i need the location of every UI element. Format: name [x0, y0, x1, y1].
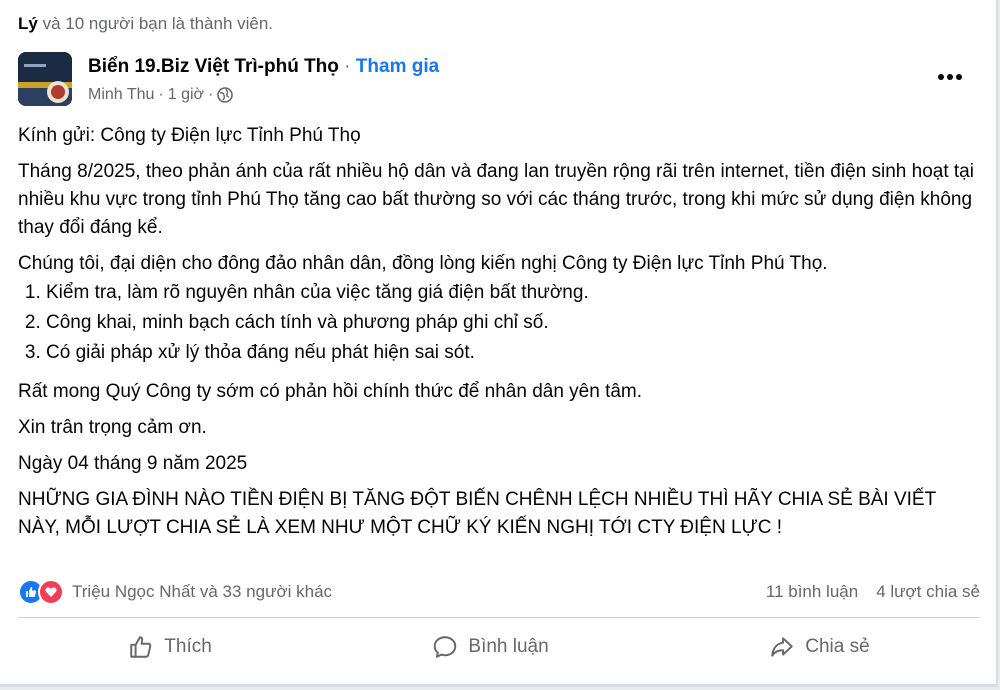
like-label: Thích — [164, 636, 212, 657]
post-paragraph-1: Tháng 8/2025, theo phản ánh của rất nhiề… — [18, 161, 974, 238]
post-call-to-action: NHỮNG GIA ĐÌNH NÀO TIỀN ĐIỆN BỊ TĂNG ĐỘT… — [18, 489, 936, 538]
post-card: Lý và 10 người bạn là thành viên. Biển 1… — [0, 0, 998, 687]
actions-divider — [18, 617, 980, 618]
meta-separator: · — [158, 86, 164, 103]
comment-label: Bình luận — [468, 636, 549, 657]
post-paragraph-2: Chúng tôi, đại diện cho đông đảo nhân dâ… — [18, 253, 828, 274]
post-date: Ngày 04 tháng 9 năm 2025 — [18, 453, 248, 474]
post-stats: Triệu Ngọc Nhất và 33 người khác 11 bình… — [18, 576, 980, 608]
heart-icon — [38, 579, 64, 605]
share-arrow-icon — [771, 637, 793, 657]
member-name[interactable]: Lý — [18, 14, 38, 33]
request-list: Kiểm tra, làm rõ nguyên nhân của việc tă… — [18, 278, 978, 368]
meta-separator-2: · — [208, 86, 214, 103]
group-avatar-image — [18, 52, 72, 106]
request-item: Công khai, minh bạch cách tính và phương… — [46, 308, 978, 338]
share-count[interactable]: 4 lượt chia sẻ — [876, 582, 980, 602]
stats-right: 11 bình luận 4 lượt chia sẻ — [766, 582, 980, 602]
share-label: Chia sẻ — [805, 636, 870, 657]
request-item: Kiểm tra, làm rõ nguyên nhân của việc tă… — [46, 278, 978, 308]
share-button[interactable]: Chia sẻ — [749, 626, 889, 668]
request-item: Có giải pháp xử lý thỏa đáng nếu phát hi… — [46, 338, 978, 368]
post-greeting: Kính gửi: Công ty Điện lực Tỉnh Phú Thọ — [18, 125, 361, 146]
post-meta: Minh Thu · 1 giờ · — [88, 86, 234, 104]
reactors-link[interactable]: Triệu Ngọc Nhất và 33 người khác — [72, 582, 332, 602]
comment-button[interactable]: Bình luận — [412, 626, 568, 668]
post-header-title: Biển 19.Biz Việt Trì-phú Thọ · Tham gia — [88, 56, 439, 78]
group-members-line: Lý và 10 người bạn là thành viên. — [18, 14, 273, 34]
comment-count[interactable]: 11 bình luận — [766, 582, 858, 602]
more-options-icon — [938, 74, 962, 80]
group-avatar[interactable] — [18, 52, 72, 106]
post-paragraph-3: Rất mong Quý Công ty sớm có phản hồi chí… — [18, 381, 643, 402]
author-name[interactable]: Minh Thu — [88, 86, 154, 104]
title-separator: · — [338, 56, 356, 77]
group-name-link[interactable]: Biển 19.Biz Việt Trì-phú Thọ — [88, 56, 339, 77]
join-group-button[interactable]: Tham gia — [356, 56, 439, 77]
globe-icon — [217, 87, 234, 103]
post-actions: Thích Bình luận Chia sẻ — [18, 622, 980, 672]
thumbs-up-outline-icon — [130, 636, 152, 658]
reaction-icons[interactable] — [18, 579, 64, 605]
post-thanks: Xin trân trọng cảm ơn. — [18, 417, 207, 438]
more-options-button[interactable] — [930, 62, 970, 92]
post-time[interactable]: 1 giờ — [168, 86, 204, 104]
like-button[interactable]: Thích — [108, 626, 232, 668]
speech-bubble-icon — [434, 636, 457, 658]
members-text: và 10 người bạn là thành viên. — [37, 14, 274, 33]
post-body: Kính gửi: Công ty Điện lực Tỉnh Phú Thọ … — [18, 122, 978, 550]
